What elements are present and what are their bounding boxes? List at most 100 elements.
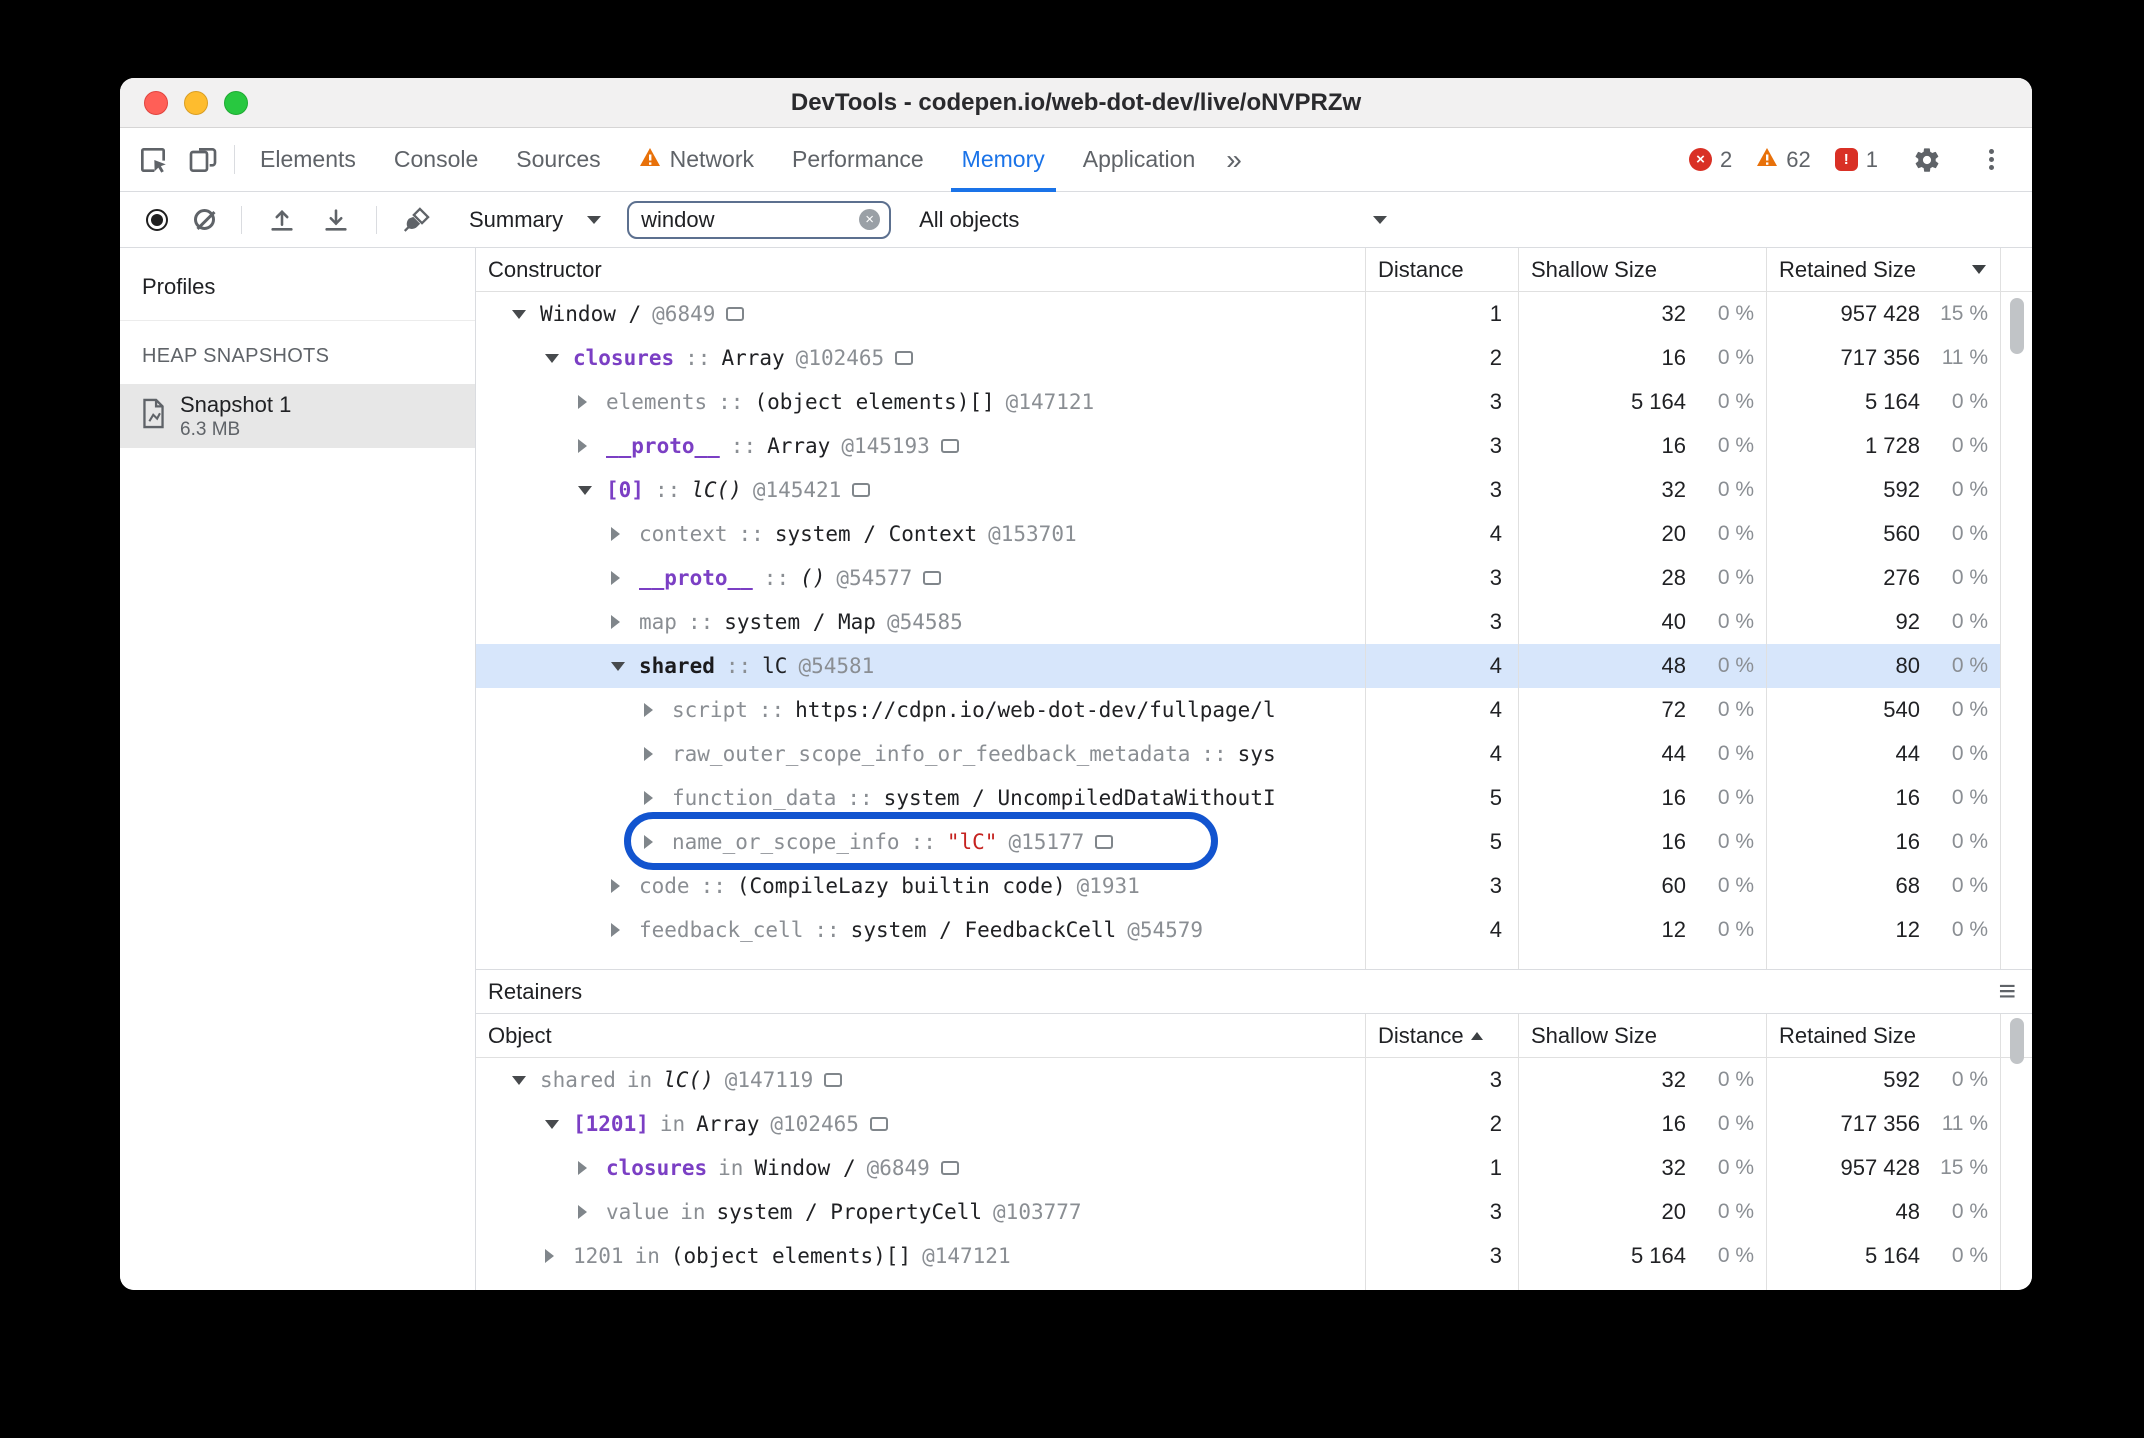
expand-arrow-icon[interactable] [644,703,672,717]
zoom-window-button[interactable] [224,90,248,115]
retainer-row[interactable]: shared in lC() @147119 3 32 0 % 592 0 % [476,1058,2032,1102]
expand-arrow-icon[interactable] [578,1205,606,1219]
device-toolbar-icon[interactable] [178,128,228,191]
constructor-row[interactable]: elements:: (object elements)[] @147121 3 5 1… [476,380,2032,424]
constructor-row[interactable]: shared:: lC @54581 4 48 0 % 80 0 % [476,644,2032,688]
expand-arrow-icon[interactable] [644,747,672,761]
constructor-row[interactable]: function_data:: system / UncompiledDataWi… [476,776,2032,820]
collapse-arrow-icon[interactable] [545,1120,573,1129]
reveal-object-icon[interactable] [726,307,745,321]
collapse-arrow-icon[interactable] [611,662,639,671]
separator: in [626,1068,653,1092]
size-bytes: 16 [1895,785,1920,810]
constructor-row[interactable]: context:: system / Context @153701 4 20 0 % 56… [476,512,2032,556]
reveal-object-icon[interactable] [923,571,942,585]
settings-gear-icon[interactable] [1902,146,1952,174]
warning-badge[interactable]: 62 [1756,147,1811,173]
expand-arrow-icon[interactable] [578,395,606,409]
expand-arrow-icon[interactable] [611,527,639,541]
column-header-object[interactable]: Object [476,1014,1366,1057]
constructor-row[interactable]: [0]:: lC() @145421 3 32 0 % 592 0 % [476,468,2032,512]
column-header-constructor[interactable]: Constructor [476,248,1366,291]
size-bytes: 32 [1661,1067,1686,1092]
column-header-shallow-size[interactable]: Shallow Size [1519,248,1767,291]
reveal-object-icon[interactable] [1095,835,1114,849]
expand-arrow-icon[interactable] [644,791,672,805]
tab-sources[interactable]: Sources [497,128,619,191]
tab-console[interactable]: Console [375,128,497,191]
constructor-row[interactable]: name_or_scope_info:: "lC" @15177 5 16 0 % 16 0 … [476,812,2032,870]
expand-arrow-icon[interactable] [611,879,639,893]
profiles-header: Profiles [120,248,475,321]
column-header-distance[interactable]: Distance [1366,1014,1519,1057]
perspective-select[interactable]: Summary [469,207,602,233]
expand-arrow-icon[interactable] [611,571,639,585]
distance-cell: 1 [1366,292,1519,336]
tab-memory[interactable]: Memory [943,128,1064,192]
profiles-sidebar: Profiles HEAP SNAPSHOTS Snapshot 1 6.3 M… [120,248,476,1290]
class-filter-input[interactable] [641,206,860,233]
scrollbar-thumb[interactable] [2010,1018,2024,1064]
column-header-retained-size[interactable]: Retained Size [1767,248,2001,291]
inspect-icon[interactable] [128,128,178,191]
collapse-arrow-icon[interactable] [578,486,606,495]
constructor-row[interactable]: map:: system / Map @54585 3 40 0 % 92 0 % [476,600,2032,644]
table-filler [476,1278,2032,1290]
constructor-row[interactable]: code:: (CompileLazy builtin code) @1931 3 60… [476,864,2032,908]
column-header-shallow-size[interactable]: Shallow Size [1519,1014,1767,1057]
scrollbar-thumb[interactable] [2010,298,2024,354]
save-profile-button[interactable] [322,206,350,234]
object-filter-select[interactable]: All objects [919,207,1397,233]
issues-badge[interactable]: ! 1 [1834,147,1878,173]
collapse-arrow-icon[interactable] [512,1076,540,1085]
more-tabs-icon[interactable]: » [1214,128,1254,191]
constructor-row[interactable]: __proto__:: Array @145193 3 16 0 % 1 728 0 % [476,424,2032,468]
expand-arrow-icon[interactable] [545,1249,573,1263]
constructor-row[interactable]: feedback_cell:: system / FeedbackCell @545… [476,908,2032,952]
expand-arrow-icon[interactable] [611,923,639,937]
collapse-arrow-icon[interactable] [545,354,573,363]
reveal-object-icon[interactable] [940,1161,959,1175]
function-name: lC() [663,1068,714,1092]
record-heap-snapshot-button[interactable] [146,208,168,231]
reveal-object-icon[interactable] [824,1073,843,1087]
constructor-row[interactable]: __proto__::() @54577 3 28 0 % 276 0 % [476,556,2032,600]
retainer-row[interactable]: 1201 in (object elements)[] @147121 3 5 164 0 … [476,1234,2032,1278]
minimize-window-button[interactable] [184,90,208,115]
clear-all-profiles-button[interactable] [194,209,215,230]
retained-size-cell: 12 0 % [1767,908,2001,952]
retainers-menu-icon[interactable]: ≡ [1998,976,2016,1007]
expand-arrow-icon[interactable] [578,1161,606,1175]
reveal-object-icon[interactable] [852,483,871,497]
reveal-object-icon[interactable] [869,1117,888,1131]
column-header-distance[interactable]: Distance [1366,248,1519,291]
load-profile-button[interactable] [268,206,296,234]
expand-arrow-icon[interactable] [644,835,672,849]
delete-profile-broom-icon[interactable] [403,206,431,234]
constructor-row[interactable]: closures:: Array @102465 2 16 0 % 717 356 11 % [476,336,2032,380]
memory-panel-content: Profiles HEAP SNAPSHOTS Snapshot 1 6.3 M… [120,248,2032,1290]
reveal-object-icon[interactable] [895,351,914,365]
retainer-row[interactable]: [1201] in Array @102465 2 16 0 % 717 356 11 % [476,1102,2032,1146]
clear-search-icon[interactable]: × [859,209,881,230]
tab-application[interactable]: Application [1064,128,1215,191]
error-badge[interactable]: × 2 [1689,147,1732,173]
retainer-row[interactable]: closures in Window / @6849 1 32 0 % 957 428 15 % [476,1146,2032,1190]
reveal-object-icon[interactable] [940,439,959,453]
constructor-row[interactable]: script:: https://cdpn.io/web-dot-dev/full… [476,688,2032,732]
constructor-row[interactable]: raw_outer_scope_info_or_feedback_metadat… [476,732,2032,776]
expand-arrow-icon[interactable] [611,615,639,629]
constructor-row[interactable]: Window / @6849 1 32 0 % 957 428 15 % [476,292,2032,336]
column-header-retained-size[interactable]: Retained Size [1767,1014,2001,1057]
retained-size-cell: 276 0 % [1767,556,2001,600]
sidebar-item-snapshot-1[interactable]: Snapshot 1 6.3 MB [120,384,475,448]
tab-network[interactable]: Network [620,128,773,191]
tab-elements[interactable]: Elements [241,128,375,191]
more-options-icon[interactable] [1976,157,2006,162]
expand-arrow-icon[interactable] [578,439,606,453]
retainer-row[interactable]: value in system / PropertyCell @103777 3 20 0 … [476,1190,2032,1234]
size-percent: 0 % [1951,1244,1988,1267]
tab-performance[interactable]: Performance [773,128,943,191]
collapse-arrow-icon[interactable] [512,310,540,319]
close-window-button[interactable] [144,90,168,115]
